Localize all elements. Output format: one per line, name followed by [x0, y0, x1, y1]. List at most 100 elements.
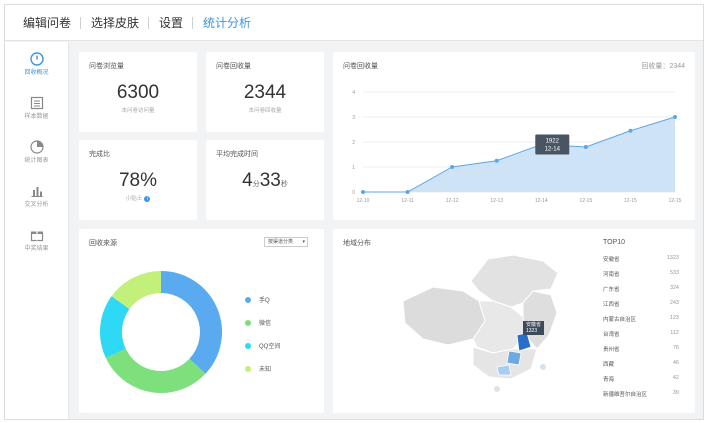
source-card: 回收来源 按渠道分类 ▾ 手Q 微信 QQ空间 未知	[79, 229, 324, 413]
top10-row: 西藏 46	[603, 360, 679, 368]
x-tick-label: 12-10	[357, 198, 370, 204]
sidebar-item-lottery[interactable]: 中奖结果	[5, 218, 68, 262]
top-nav: 编辑问卷 选择皮肤 设置 统计分析	[5, 5, 703, 41]
region-card: 地域分布 安徽省 1323 TOP10 安徽省 1323 河南省 533 广东省 324 江…	[333, 229, 695, 413]
data-point	[450, 165, 455, 169]
responses-trend-card: 问卷回收量 回收量：2344 0 1 2 3 4 12-10 12-11 12-12 12-13…	[333, 52, 695, 220]
legend-marker	[245, 319, 251, 326]
card-title: 问卷回收量	[216, 63, 251, 70]
views-subtitle: 本问卷访问量	[121, 108, 155, 114]
donut-slice	[160, 271, 222, 374]
y-tick-label: 4	[352, 90, 355, 96]
top10-region: 河南省	[603, 272, 620, 278]
responses-subtitle: 本问卷回收量	[248, 108, 282, 114]
completion-value: 78%	[118, 170, 158, 191]
source-donut-chart	[100, 271, 222, 393]
legend-item[interactable]: 未知	[245, 364, 271, 373]
top10-value: 243	[669, 300, 679, 306]
legend-label: 手Q	[259, 298, 270, 304]
sidebar-item-charts[interactable]: 统计图表	[5, 130, 68, 174]
top10-value: 112	[670, 330, 679, 336]
map-region-jiangxi	[506, 350, 522, 366]
y-tick-label: 2	[352, 140, 355, 146]
tab-choose-skin[interactable]: 选择皮肤	[81, 5, 150, 41]
responses-line-chart: 0 1 2 3 4 12-10 12-11 12-12 12-13 12-14 12-15 12-15…	[352, 90, 682, 204]
top10-region: 内蒙古自治区	[603, 317, 637, 323]
map-tooltip: 安徽省 1323	[523, 321, 545, 335]
china-map	[402, 254, 559, 392]
card-title: 平均完成时间	[216, 151, 258, 158]
top10-value: 123	[669, 315, 679, 321]
tab-edit-survey[interactable]: 编辑问卷	[13, 5, 82, 41]
legend-label: QQ空间	[259, 344, 281, 350]
top10-region: 台湾省	[603, 332, 620, 338]
map-region-west	[402, 286, 486, 346]
y-tick-label: 0	[352, 190, 355, 196]
avg-time-value: 4分33秒	[206, 170, 324, 192]
top10-region: 新疆维吾尔自治区	[603, 392, 648, 398]
y-tick-label: 1	[352, 165, 355, 171]
sidebar: 回收概况 样本数据 统计图表 交叉分析 中奖结果	[5, 42, 69, 419]
tab-statistics[interactable]: 统计分析	[193, 5, 261, 41]
data-point	[361, 190, 365, 194]
tooltip-date: 12-14	[545, 147, 561, 153]
top10-value: 76	[672, 345, 679, 351]
legend-item[interactable]: QQ空间	[245, 341, 280, 350]
map-region-guangdong	[496, 364, 512, 376]
x-tick-label: 12-15	[579, 198, 592, 204]
top10-row: 青海 42	[603, 375, 679, 383]
sidebar-item-label: 交叉分析	[24, 201, 49, 208]
map-region-hainan	[494, 386, 500, 392]
legend-label: 微信	[259, 321, 272, 327]
legend-label: 未知	[259, 367, 272, 373]
top10-region: 西藏	[603, 362, 615, 368]
top10-value: 1323	[666, 255, 679, 261]
donut-slice	[111, 271, 162, 310]
list-icon	[30, 96, 43, 109]
top10-region: 青海	[603, 377, 615, 383]
avg-time-card: 平均完成时间 4分33秒	[206, 140, 324, 220]
data-point	[494, 158, 499, 163]
top10-region: 贵州省	[603, 347, 620, 353]
responses-value: 2344	[243, 82, 287, 103]
top10-region: 江西省	[603, 302, 620, 308]
map-region-taiwan	[540, 364, 546, 370]
legend-item[interactable]: 手Q	[245, 295, 270, 304]
map-tooltip-value: 1323	[526, 328, 538, 334]
minutes-unit: 分	[252, 181, 260, 188]
completion-card: 完成比 78% 小贴士 i	[79, 140, 197, 220]
x-tick-label: 12-11	[401, 198, 414, 204]
responses-card: 问卷回收量 2344 本问卷回收量	[206, 52, 324, 132]
sidebar-item-cross-analysis[interactable]: 交叉分析	[5, 174, 68, 218]
legend-item[interactable]: 微信	[245, 318, 271, 327]
avg-time-minutes: 4	[242, 170, 253, 191]
card-title: 完成比	[89, 151, 110, 158]
x-tick-label: 12-13	[490, 198, 503, 204]
donut-slice	[100, 296, 130, 358]
sidebar-item-samples[interactable]: 样本数据	[5, 86, 68, 130]
donut-slice	[105, 348, 206, 393]
legend-marker	[245, 342, 251, 349]
top10-value: 533	[669, 270, 679, 276]
completion-tip[interactable]: 小贴士 i	[79, 194, 197, 202]
x-tick-label: 12-15	[624, 198, 637, 204]
top10-row: 台湾省 112	[603, 330, 679, 338]
top10-row: 江西省 243	[603, 300, 679, 308]
top10-row: 贵州省 76	[603, 345, 679, 353]
bar-chart-icon	[31, 186, 42, 197]
top10-value: 46	[672, 360, 679, 366]
x-tick-label: 12-15	[669, 198, 682, 204]
sidebar-item-overview[interactable]: 回收概况	[5, 42, 68, 86]
top10-value: 42	[672, 375, 679, 381]
card-title: 地域分布	[343, 240, 371, 247]
top10-row: 广东省 324	[603, 285, 679, 293]
y-tick-label: 3	[352, 115, 355, 121]
data-point	[628, 128, 633, 133]
app-frame: 编辑问卷 选择皮肤 设置 统计分析 回收概况 样本数据 统计图表 交叉分析 中奖…	[4, 4, 704, 420]
top10-row: 新疆维吾尔自治区 39	[603, 390, 679, 398]
top10-row: 内蒙古自治区 123	[603, 315, 679, 323]
tab-settings[interactable]: 设置	[149, 5, 194, 41]
gift-icon	[30, 231, 43, 241]
info-icon[interactable]: i	[144, 195, 151, 202]
top10-value: 324	[669, 285, 679, 291]
